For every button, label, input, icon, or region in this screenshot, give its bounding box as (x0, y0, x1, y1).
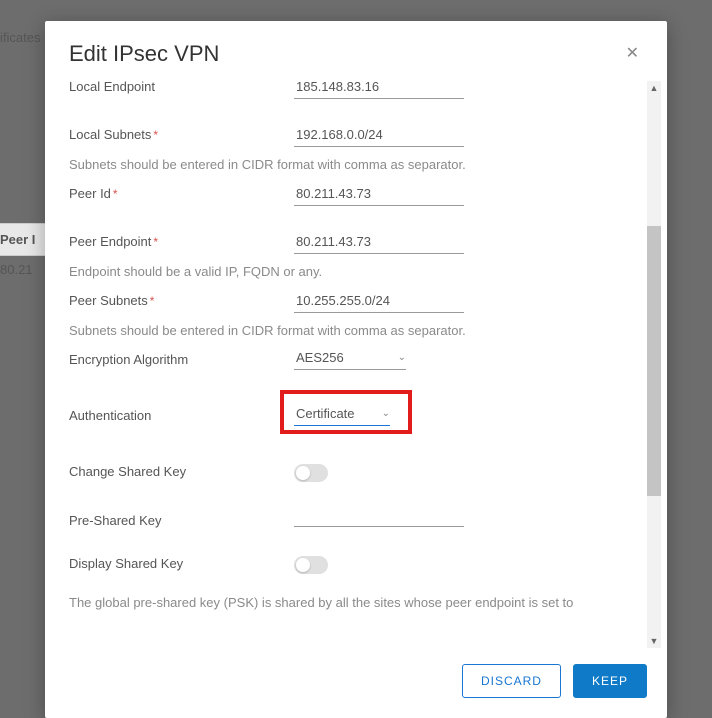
input-local-endpoint[interactable] (294, 81, 464, 99)
row-change-shared-key: Change Shared Key (69, 436, 639, 485)
label-authentication: Authentication (69, 404, 294, 423)
modal-body: ▲ ▼ Local Endpoint Local Subnets* Subnet… (45, 81, 667, 648)
discard-button[interactable]: DISCARD (462, 664, 561, 698)
select-encryption-value: AES256 (296, 350, 344, 365)
bg-text-ip: 80.21 (0, 256, 33, 283)
input-peer-endpoint[interactable] (294, 230, 464, 254)
toggle-change-shared-key[interactable] (294, 464, 328, 482)
label-peer-subnets: Peer Subnets* (69, 289, 294, 308)
input-peer-subnets[interactable] (294, 289, 464, 313)
label-local-endpoint: Local Endpoint (69, 81, 294, 94)
input-pre-shared-key[interactable] (294, 509, 464, 527)
chevron-down-icon: ⌄ (398, 352, 406, 363)
form-scroll-area: Local Endpoint Local Subnets* Subnets sh… (69, 81, 657, 648)
toggle-display-shared-key[interactable] (294, 556, 328, 574)
row-pre-shared-key: Pre-Shared Key (69, 495, 639, 528)
label-encryption: Encryption Algorithm (69, 348, 294, 367)
input-local-subnets[interactable] (294, 123, 464, 147)
edit-ipsec-vpn-modal: Edit IPsec VPN ✕ ▲ ▼ Local Endpoint Loca… (45, 21, 667, 718)
row-peer-subnets: Peer Subnets* (69, 281, 639, 313)
row-peer-id: Peer Id* (69, 174, 639, 206)
helper-peer-endpoint: Endpoint should be a valid IP, FQDN or a… (69, 264, 639, 279)
keep-button[interactable]: KEEP (573, 664, 647, 698)
bg-text-certificates: ificates (0, 30, 40, 45)
bg-text-peer: Peer I (0, 223, 45, 256)
select-authentication-value: Certificate (296, 406, 355, 421)
label-change-shared-key: Change Shared Key (69, 460, 294, 479)
label-peer-endpoint: Peer Endpoint* (69, 230, 294, 249)
modal-header: Edit IPsec VPN ✕ (45, 21, 667, 81)
row-display-shared-key: Display Shared Key (69, 538, 639, 577)
select-encryption[interactable]: AES256 ⌄ (294, 348, 406, 370)
row-peer-endpoint: Peer Endpoint* (69, 216, 639, 254)
helper-peer-subnets: Subnets should be entered in CIDR format… (69, 323, 639, 338)
row-local-endpoint: Local Endpoint (69, 81, 639, 99)
row-local-subnets: Local Subnets* (69, 109, 639, 147)
label-display-shared-key: Display Shared Key (69, 552, 294, 571)
select-authentication[interactable]: Certificate ⌄ (294, 404, 390, 426)
row-authentication: Authentication Certificate ⌄ (69, 380, 639, 426)
label-pre-shared-key: Pre-Shared Key (69, 509, 294, 528)
psk-note: The global pre-shared key (PSK) is share… (69, 593, 639, 613)
modal-footer: DISCARD KEEP (45, 648, 667, 718)
input-peer-id[interactable] (294, 182, 464, 206)
label-peer-id: Peer Id* (69, 182, 294, 201)
close-icon[interactable]: ✕ (622, 41, 643, 65)
modal-title: Edit IPsec VPN (69, 41, 219, 67)
helper-local-subnets: Subnets should be entered in CIDR format… (69, 157, 639, 172)
label-local-subnets: Local Subnets* (69, 123, 294, 142)
row-encryption: Encryption Algorithm AES256 ⌄ (69, 340, 639, 370)
chevron-down-icon: ⌄ (382, 408, 390, 419)
